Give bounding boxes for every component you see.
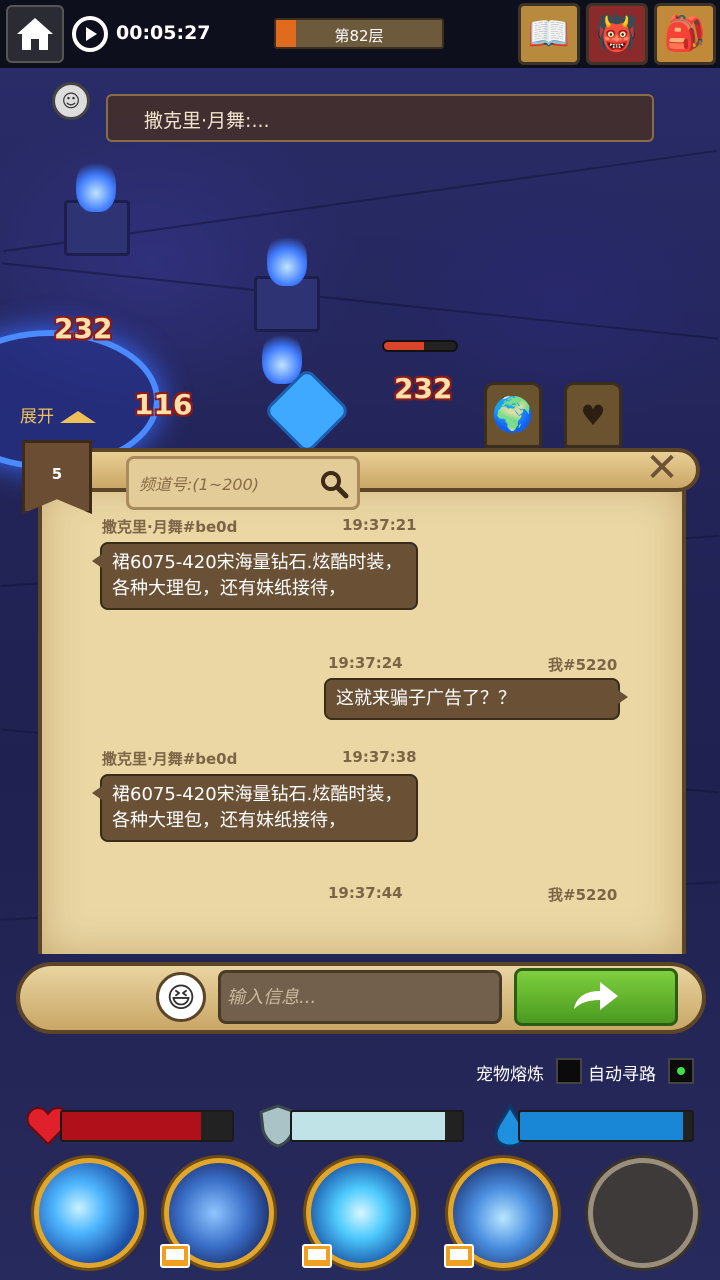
close-icon[interactable]: ✕	[640, 445, 684, 491]
damage-number: 116	[134, 388, 193, 421]
message-time: 19:37:44	[328, 884, 403, 902]
blue-flame	[267, 232, 307, 286]
health-bar	[60, 1110, 234, 1142]
announcement-banner[interactable]: 撒克里·月舞:...	[106, 94, 654, 142]
video-ad-icon	[160, 1244, 190, 1268]
message-sender: 撒克里·月舞#be0d	[102, 518, 238, 536]
channel-number: 5	[51, 465, 63, 483]
damage-number: 232	[394, 372, 453, 405]
emoji-icon[interactable]: 😆	[156, 972, 206, 1022]
floor-label: 第82层	[334, 27, 384, 45]
world-chat-icon[interactable]: 🌍	[484, 382, 542, 448]
announcer-avatar: ☺	[52, 82, 90, 120]
auto-path-label: 自动寻路	[588, 1065, 656, 1085]
message-time: 19:37:24	[328, 654, 403, 672]
pet-smelt-label: 宠物熔炼	[476, 1065, 544, 1085]
video-ad-icon	[302, 1244, 332, 1268]
floor-progress-bar: 第82层	[274, 18, 444, 49]
blue-flame	[262, 330, 302, 384]
search-icon[interactable]	[319, 469, 349, 499]
home-button[interactable]	[6, 5, 64, 63]
blue-flame	[76, 158, 116, 212]
auto-path-checkbox[interactable]	[668, 1058, 694, 1084]
message-sender: 撒克里·月舞#be0d	[102, 750, 238, 768]
message-bubble[interactable]: 裙6075-420宋海量钻石.炫酷时装，各种大理包，还有妹纸接待，	[92, 542, 418, 610]
play-clock-icon	[72, 16, 108, 52]
message-sender: 我#5220	[548, 656, 618, 674]
damage-number: 232	[54, 312, 113, 345]
backpack-icon[interactable]: 🎒	[654, 3, 716, 65]
summon-skill-button[interactable]	[588, 1158, 698, 1268]
monster-face-icon[interactable]: 👹	[586, 3, 648, 65]
message-input[interactable]	[218, 970, 502, 1024]
home-icon	[17, 18, 53, 50]
mana-bar	[518, 1110, 694, 1142]
message-time: 19:37:21	[342, 516, 417, 534]
message-bubble[interactable]: 裙6075-420宋海量钻石.炫酷时装，各种大理包，还有妹纸接待，	[92, 774, 418, 842]
top-bar: 00:05:27 第82层 📖 👹 🎒	[0, 0, 720, 68]
send-button[interactable]	[514, 968, 678, 1026]
spellbook-icon[interactable]: 📖	[518, 3, 580, 65]
channel-search-input[interactable]	[139, 471, 309, 497]
expand-button[interactable]: 展开	[20, 402, 96, 427]
friend-chat-icon[interactable]: ♥	[564, 382, 622, 448]
message-time: 19:37:38	[342, 748, 417, 766]
message-bubble[interactable]: 这就来骗子广告了？？	[324, 678, 628, 720]
enemy-health-bar	[382, 340, 458, 352]
pet-smelt-checkbox[interactable]	[556, 1058, 582, 1084]
send-arrow-icon	[574, 982, 618, 1010]
ice-shard-skill-button[interactable]	[34, 1158, 144, 1268]
video-ad-icon	[444, 1244, 474, 1268]
shield-bar	[290, 1110, 464, 1142]
message-sender: 我#5220	[548, 886, 618, 904]
channel-search-box	[126, 456, 360, 510]
elapsed-timer: 00:05:27	[116, 22, 211, 44]
